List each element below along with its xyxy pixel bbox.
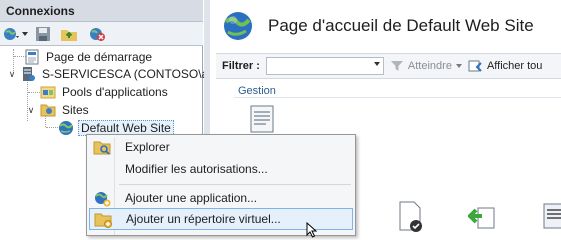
app-pool-icon — [40, 86, 56, 99]
show-all-button[interactable]: Afficher tou — [468, 59, 542, 73]
tree-item-label: S-SERVICESCA (CONTOSO\ad — [42, 67, 215, 81]
tree-item-server[interactable]: S-SERVICESCA (CONTOSO\ad — [20, 65, 217, 83]
menu-item-label: Ajouter une application... — [125, 191, 258, 205]
explore-icon — [93, 141, 111, 155]
tree-item-sites[interactable]: Sites — [40, 101, 91, 119]
server-icon — [23, 67, 35, 81]
menu-item-label: Modifier les autorisations... — [125, 162, 268, 176]
configuration-editor-icon[interactable] — [248, 104, 278, 136]
tree-item-label: Page de démarrage — [46, 50, 153, 64]
tree-item-app-pools[interactable]: Pools d'applications — [40, 83, 170, 101]
add-application-icon — [95, 192, 111, 207]
document-check-icon[interactable] — [396, 200, 426, 232]
save-icon[interactable] — [34, 25, 52, 43]
globe-icon — [59, 121, 73, 135]
filter-bar: Filtrer : Atteindre Afficher tou — [216, 53, 561, 79]
tree-item-label: Sites — [62, 103, 89, 117]
folder-up-icon[interactable] — [60, 25, 78, 43]
connections-title: Connexions — [0, 0, 203, 22]
tree-item-label: Pools d'applications — [62, 85, 168, 99]
dropdown-arrow-icon[interactable] — [455, 64, 462, 68]
group-divider — [234, 97, 561, 98]
go-label: Atteindre — [407, 60, 452, 72]
disconnect-icon[interactable] — [88, 25, 106, 43]
go-button[interactable]: Atteindre — [390, 59, 462, 73]
menu-item-label: Explorer — [125, 140, 170, 154]
menu-item-add-application[interactable]: Ajouter une application... — [89, 187, 353, 209]
collapse-arrow-icon[interactable]: ∨ — [26, 105, 36, 115]
menu-item-explore[interactable]: Explorer — [89, 136, 353, 158]
page-header: Page d'accueil de Default Web Site — [222, 8, 534, 44]
page-title: Page d'accueil de Default Web Site — [268, 16, 534, 35]
dropdown-arrow-icon[interactable] — [20, 25, 30, 43]
show-all-icon — [468, 60, 482, 72]
group-label: Gestion — [238, 85, 276, 97]
menu-item-label: Ajouter un répertoire virtuel... — [126, 212, 281, 226]
filter-input[interactable] — [265, 57, 384, 75]
mouse-cursor-icon — [306, 222, 318, 238]
dropdown-arrow-icon[interactable] — [373, 62, 380, 66]
tree-item-start-page[interactable]: Page de démarrage — [24, 48, 154, 66]
collapse-arrow-icon[interactable]: ∨ — [7, 69, 17, 79]
start-page-icon — [25, 49, 39, 65]
show-all-label: Afficher tou — [486, 60, 543, 72]
add-virtual-directory-icon — [94, 213, 112, 228]
globe-icon — [224, 12, 252, 40]
filter-label: Filtrer : — [222, 60, 260, 72]
sites-folder-icon — [40, 104, 56, 117]
globe-connect-icon[interactable] — [2, 25, 20, 43]
menu-separator — [119, 184, 351, 185]
connections-toolbar — [0, 22, 203, 46]
menu-item-edit-permissions[interactable]: Modifier les autorisations... — [89, 158, 353, 180]
context-menu: Explorer Modifier les autorisations... A… — [86, 134, 356, 236]
filter-funnel-icon — [390, 61, 403, 71]
server-config-icon[interactable] — [540, 200, 561, 232]
import-arrow-icon[interactable] — [468, 200, 498, 232]
